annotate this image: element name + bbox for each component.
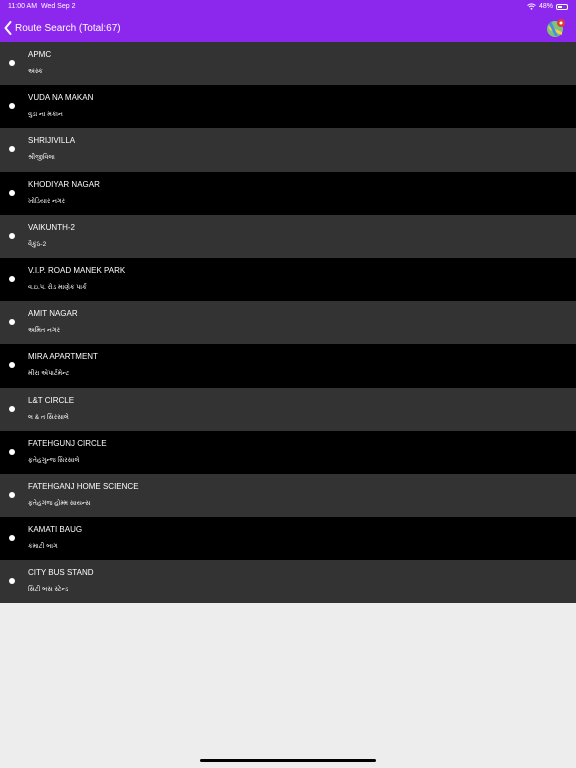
stop-name: VUDA NA MAKAN bbox=[28, 93, 94, 103]
stop-name: AMIT NAGAR bbox=[28, 309, 78, 319]
stop-name-local: કમાટી બાગ bbox=[28, 543, 58, 551]
stop-dot-icon bbox=[9, 535, 15, 542]
stop-dot-icon bbox=[9, 232, 15, 239]
stop-dot-icon bbox=[9, 405, 15, 412]
stop-name-local: વુડા ના મકાન bbox=[28, 111, 63, 119]
stop-dot-icon bbox=[9, 189, 15, 196]
battery-icon bbox=[556, 3, 568, 10]
stop-name: KAMATI BAUG bbox=[28, 525, 83, 535]
stop-row[interactable]: SHRIJIVILLA શ્રીજીવિલા bbox=[0, 128, 576, 172]
map-button[interactable] bbox=[546, 18, 566, 38]
stop-name-local: ફતેહગંજ હોમ્મ સાયન્સ bbox=[28, 499, 91, 507]
stop-row[interactable]: L&T CIRCLE લ & ત સિરસાલે bbox=[0, 387, 576, 431]
status-time-date: 11:00 AM Wed Sep 2 bbox=[8, 3, 75, 10]
status-date: Wed Sep 2 bbox=[40, 3, 76, 10]
stop-row[interactable]: V.I.P. ROAD MANEK PARK વ.ઇ.પ. રોડ માણેક પ… bbox=[0, 257, 576, 302]
stop-row[interactable]: KHODIYAR NAGAR ખોડિયાર નગર bbox=[0, 171, 576, 215]
route-stop-list: APMC અંસ્ક VUDA NA MAKAN વુડા ના મકાન SHRIJI… bbox=[0, 42, 576, 604]
stop-row[interactable]: VAIKUNTH-2 વૈકુંઠ-2 bbox=[0, 214, 576, 258]
stop-row[interactable]: CITY BUS STAND સિટી બસ સ્ટેન્ડ bbox=[0, 560, 576, 604]
stop-name: FATEHGANJ HOME SCIENCE bbox=[28, 481, 139, 491]
wifi-icon bbox=[527, 3, 536, 10]
status-bar: 11:00 AM Wed Sep 2 48% bbox=[0, 0, 576, 14]
stop-name: VAIKUNTH-2 bbox=[28, 222, 75, 232]
stop-name-local: અંસ્ક bbox=[28, 68, 43, 75]
stop-row[interactable]: FATEHGUNJ CIRCLE ફતેહગુન્જ સિરસાલે bbox=[0, 430, 576, 474]
stop-name: FATEHGUNJ CIRCLE bbox=[28, 438, 107, 448]
stop-row[interactable]: AMIT NAGAR અમિત નગર bbox=[0, 301, 576, 345]
stop-dot-icon bbox=[9, 362, 15, 369]
stop-name: APMC bbox=[28, 50, 52, 59]
battery-fill bbox=[558, 5, 562, 8]
stop-dot-icon bbox=[9, 491, 15, 498]
page-title: Route Search (Total:67) bbox=[15, 22, 121, 34]
stop-name: CITY BUS STAND bbox=[28, 568, 94, 578]
stop-dot-icon bbox=[9, 60, 15, 66]
stop-name-local: ખોડિયાર નગર bbox=[28, 197, 66, 205]
stop-name-local: મીરા એપાર્ટમેન્ટ bbox=[28, 370, 70, 378]
stop-row[interactable]: VUDA NA MAKAN વુડા ના મકાન bbox=[0, 85, 576, 129]
stop-name: MIRA APARTMENT bbox=[28, 352, 98, 362]
stop-dot-icon bbox=[9, 146, 15, 153]
back-button[interactable]: Route Search (Total:67) bbox=[4, 18, 121, 38]
stop-name-local: શ્રીજીવિલા bbox=[28, 154, 55, 162]
stop-row[interactable]: KAMATI BAUG કમાટી બાગ bbox=[0, 517, 576, 561]
stop-name: KHODIYAR NAGAR bbox=[28, 179, 100, 189]
stop-dot-icon bbox=[9, 275, 15, 282]
stop-row[interactable]: FATEHGANJ HOME SCIENCE ફતેહગંજ હોમ્મ સાયન… bbox=[0, 473, 576, 518]
stop-dot-icon bbox=[9, 578, 15, 585]
stop-name-local: અમિત નગર bbox=[28, 327, 60, 335]
chevron-left-icon bbox=[4, 21, 12, 35]
stop-name-local: સિટી બસ સ્ટેન્ડ bbox=[28, 586, 69, 594]
stop-name-local: વૈકુંઠ-2 bbox=[28, 240, 47, 248]
stop-dot-icon bbox=[9, 319, 15, 326]
stop-row[interactable]: MIRA APARTMENT મીરા એપાર્ટમેન્ટ bbox=[0, 344, 576, 388]
stop-name-local: વ.ઇ.પ. રોડ માણેક પાર્ક bbox=[28, 283, 87, 291]
map-icon bbox=[546, 18, 566, 38]
stop-dot-icon bbox=[9, 103, 15, 110]
status-right: 48% bbox=[527, 3, 568, 10]
status-time: 11:00 AM bbox=[8, 3, 38, 10]
stop-name: SHRIJIVILLA bbox=[28, 136, 76, 146]
battery-percent: 48% bbox=[538, 3, 553, 10]
stop-name-local: લ & ત સિરસાલે bbox=[28, 413, 69, 421]
stop-name-local: ફતેહગુન્જ સિરસાલે bbox=[28, 456, 80, 464]
home-indicator bbox=[200, 759, 376, 762]
stop-dot-icon bbox=[9, 448, 15, 455]
stop-name: V.I.P. ROAD MANEK PARK bbox=[28, 265, 126, 275]
navigation-bar: Route Search (Total:67) bbox=[0, 14, 576, 42]
stop-name: L&T CIRCLE bbox=[28, 395, 75, 405]
stop-row[interactable]: APMC અંસ્ક bbox=[0, 42, 576, 86]
